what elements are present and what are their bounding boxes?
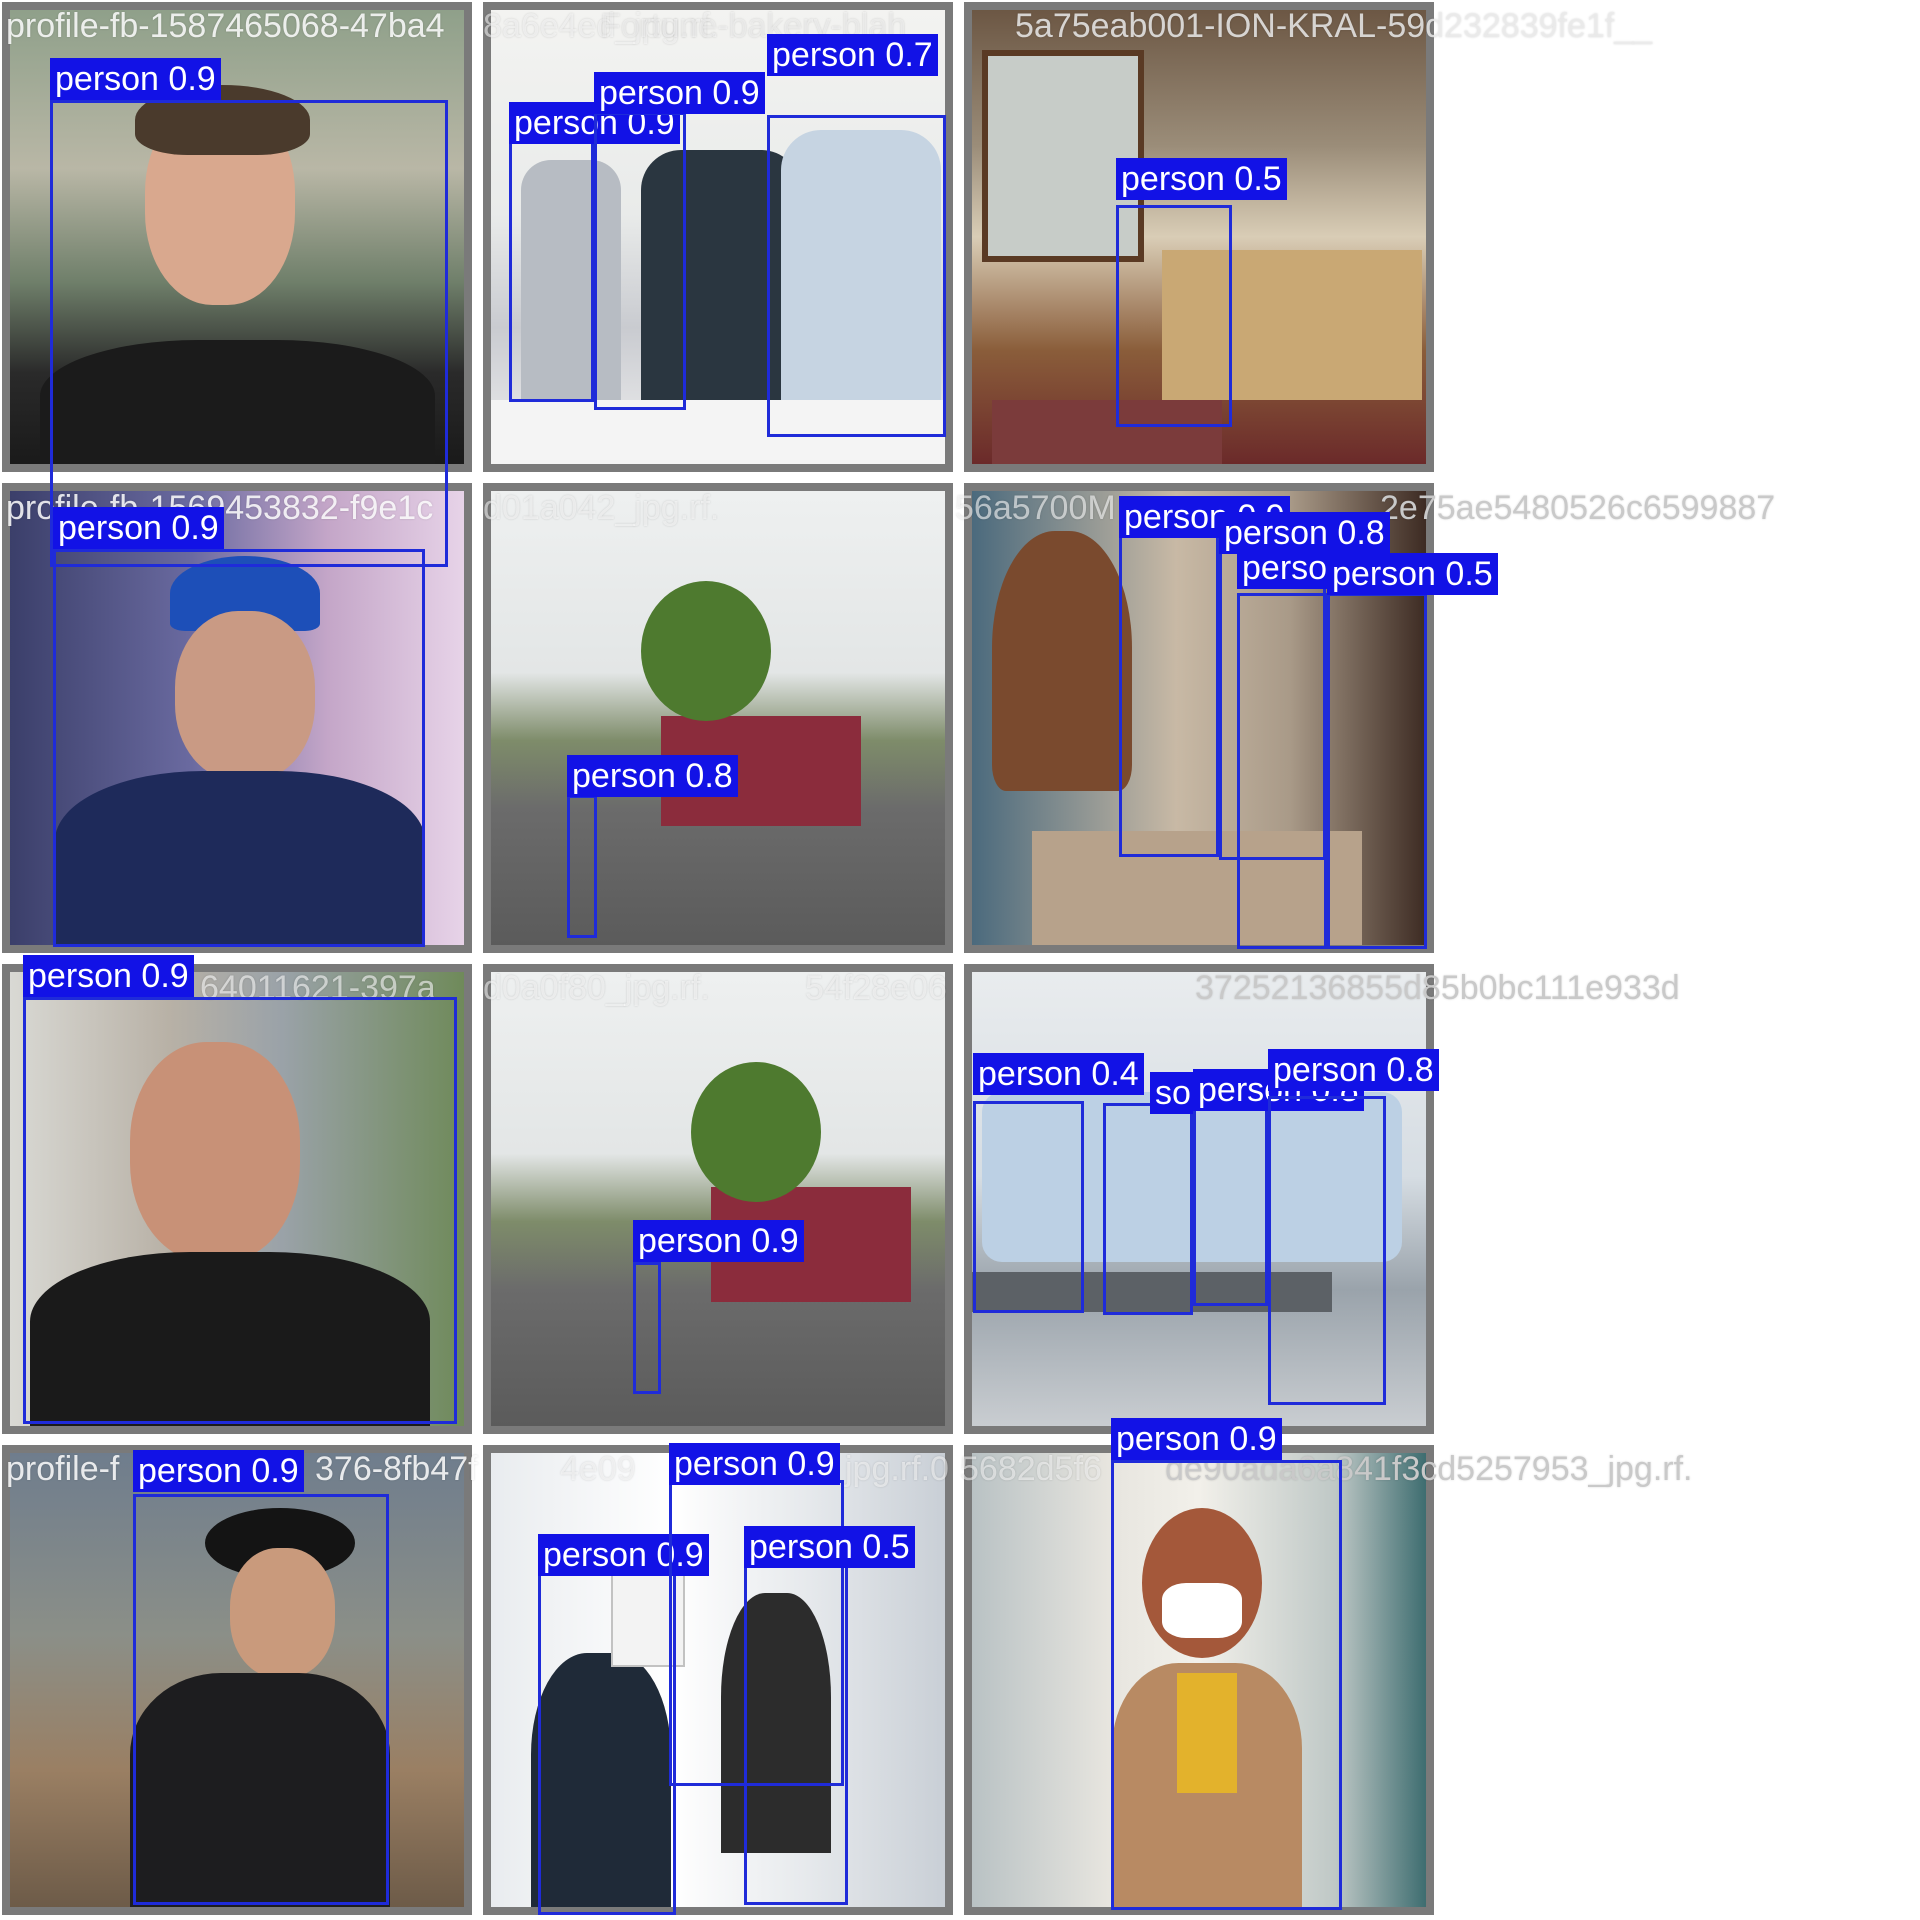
- photo-portrait-cap-man: [10, 491, 464, 945]
- filename-label: 64011621-397a: [200, 969, 436, 1007]
- detection-label: person 0.5: [744, 1526, 915, 1568]
- detection-label: person 0.9: [53, 507, 224, 549]
- detection-mosaic: profile-fb-1587465068-47ba4 8a6e4ed_jpg.…: [0, 0, 1920, 1920]
- filename-label: 54f28e06: [805, 969, 947, 1007]
- filename-label: 5682d5f6: [960, 1450, 1102, 1488]
- filename-label: d0a0f80_jpg.rf.: [483, 969, 710, 1007]
- detection-label: person 0.9: [669, 1443, 840, 1485]
- filename-label: 37252136855d85b0bc111e933d: [1195, 969, 1680, 1007]
- table-shape: [1032, 831, 1362, 945]
- rug-shape: [992, 400, 1222, 464]
- tile-bedroom: [964, 2, 1434, 472]
- filename-label: profile-f: [6, 1450, 120, 1488]
- window-shape: [982, 50, 1144, 262]
- tree-shape: [641, 581, 771, 721]
- mask-shape: [1162, 1583, 1242, 1638]
- shirt-shape: [40, 340, 435, 464]
- photo-portrait-bearded-man: [10, 972, 464, 1426]
- detection-label: person 0.9: [1111, 1418, 1282, 1460]
- detection-label: person 0.9: [23, 955, 194, 997]
- detection-label: person 0.5: [1327, 553, 1498, 595]
- tile-business-meeting: [964, 964, 1434, 1434]
- filename-label: 56a5700M: [955, 489, 1116, 527]
- photo-bedroom: [972, 10, 1426, 464]
- filename-label: profile-fb-1587465068-47ba4: [6, 7, 445, 45]
- tile-woman-mask: [964, 1445, 1434, 1915]
- tile-portrait-cap-man: [2, 483, 472, 953]
- bed-shape: [1162, 250, 1422, 400]
- jacket-shape: [30, 1252, 430, 1426]
- detection-label: person 0.9: [633, 1220, 804, 1262]
- people-row-shape: [982, 1092, 1402, 1262]
- woman-right-shape: [781, 130, 941, 400]
- table-shape: [972, 1272, 1332, 1312]
- detection-label: person 0.9: [594, 72, 765, 114]
- detection-label: so: [1150, 1072, 1196, 1114]
- tile-street-market-b: [483, 964, 953, 1434]
- man-center-shape: [641, 150, 801, 400]
- filename-label: jpg.rf.0: [845, 1450, 949, 1488]
- photo-business-meeting: [972, 972, 1426, 1426]
- woman-shape: [721, 1593, 831, 1853]
- detection-label: person 0.9: [50, 58, 221, 100]
- filename-label: d01a042_jpg.rf.: [483, 489, 720, 527]
- table-shape: [491, 400, 945, 464]
- tree-shape: [691, 1062, 821, 1202]
- photo-street-market-a: [491, 491, 945, 945]
- sweater-shape: [130, 1673, 390, 1907]
- tile-portrait-hat-man: [2, 1445, 472, 1915]
- whiteboard-shape: [611, 1573, 685, 1667]
- filename-label: 2e75ae5480526c6599887: [1380, 489, 1776, 527]
- photo-team-meeting: [491, 1453, 945, 1907]
- filename-label: 376-8fb47f: [315, 1450, 478, 1488]
- man-suit-shape: [531, 1653, 671, 1907]
- woman-red-hat-shape: [992, 531, 1132, 791]
- tile-portrait-bearded-man: [2, 964, 472, 1434]
- polo-shape: [55, 771, 425, 945]
- tile-street-market-a: [483, 483, 953, 953]
- detection-label: person 0.5: [1116, 158, 1287, 200]
- filename-label: 5a75eab001-ION-KRAL-59d232839fe1f__: [1015, 7, 1653, 45]
- photo-portrait-hat-man: [10, 1453, 464, 1907]
- filename-label: 4e09: [560, 1450, 636, 1488]
- detection-label: person 0.9: [133, 1450, 304, 1492]
- detection-label: person 0.9: [538, 1534, 709, 1576]
- photo-street-market-b: [491, 972, 945, 1426]
- man-left-shape: [521, 160, 621, 400]
- detection-label: person 0.7: [767, 34, 938, 76]
- photo-woman-mask: [972, 1453, 1426, 1907]
- detection-label: person 0.4: [973, 1053, 1144, 1095]
- sweater-shape: [1177, 1673, 1237, 1793]
- face-shape: [130, 1042, 300, 1262]
- face-shape: [230, 1548, 335, 1678]
- tile-team-meeting: [483, 1445, 953, 1915]
- detection-label: person 0.8: [1268, 1049, 1439, 1091]
- detection-label: perso: [1237, 547, 1333, 589]
- detection-label: person 0.8: [567, 755, 738, 797]
- face-shape: [175, 611, 315, 781]
